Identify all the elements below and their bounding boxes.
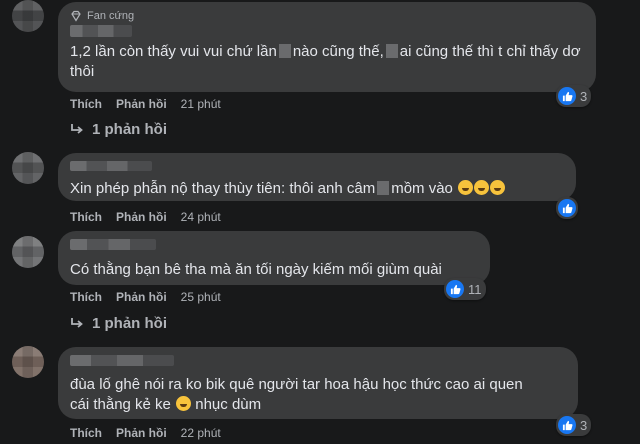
comment-bubble: Có thằng bạn bê tha mà ăn tối ngày kiếm … <box>58 231 490 285</box>
laughing-emoji-icon <box>176 396 192 411</box>
redacted-word <box>385 44 398 58</box>
avatar[interactable] <box>12 152 44 184</box>
redacted-word <box>377 181 390 195</box>
timestamp[interactable]: 24 phút <box>181 210 221 224</box>
commenter-name[interactable] <box>70 161 152 171</box>
timestamp[interactable]: 21 phút <box>181 97 221 111</box>
avatar[interactable] <box>12 0 44 32</box>
reply-button[interactable]: Phản hồi <box>116 290 167 304</box>
reaction-count: 3 <box>580 417 588 433</box>
comment-text: Có thằng bạn bê tha mà ăn tối ngày kiếm … <box>70 261 442 278</box>
view-replies-button[interactable]: 1 phản hồi <box>70 121 167 138</box>
badge-label: Fan cứng <box>87 10 135 22</box>
like-icon <box>558 199 576 217</box>
redacted-word <box>278 44 291 58</box>
like-button[interactable]: Thích <box>70 97 102 111</box>
like-icon <box>558 87 576 105</box>
like-button[interactable]: Thích <box>70 210 102 224</box>
comment-actions: Thích Phản hồi 25 phút <box>70 290 221 304</box>
top-fan-badge: Fan cứng <box>70 10 584 22</box>
laughing-emoji-icon <box>490 180 506 195</box>
commenter-name[interactable] <box>70 355 174 366</box>
reply-arrow-icon <box>71 123 83 134</box>
reply-arrow-icon <box>71 317 83 328</box>
view-replies-button[interactable]: 1 phản hồi <box>70 315 167 332</box>
comment-text: 1,2 lần còn thấy vui vui chứ lần nào cũng… <box>70 43 581 80</box>
avatar[interactable] <box>12 236 44 268</box>
comment-actions: Thích Phản hồi 24 phút <box>70 210 221 224</box>
like-button[interactable]: Thích <box>70 426 102 440</box>
comment-actions: Thích Phản hồi 21 phút <box>70 97 221 111</box>
laughing-emoji-icon <box>458 180 474 195</box>
commenter-name[interactable] <box>70 239 156 250</box>
like-icon <box>558 416 576 434</box>
comment-text: Xin phép phẫn nộ thay thùy tiên: thôi an… <box>70 179 564 199</box>
comment-bubble: Xin phép phẫn nộ thay thùy tiên: thôi an… <box>58 153 576 201</box>
laughing-emoji-icon <box>474 180 490 195</box>
reply-button[interactable]: Phản hồi <box>116 97 167 111</box>
reaction-count: 3 <box>580 88 588 104</box>
reaction-summary[interactable] <box>556 197 578 219</box>
comment-text: đùa lố ghê nói ra ko bik quê người tar h… <box>70 376 523 413</box>
comment-bubble: đùa lố ghê nói ra ko bik quê người tar h… <box>58 347 578 419</box>
reaction-count: 11 <box>468 281 482 297</box>
commenter-name[interactable] <box>70 25 132 37</box>
reply-button[interactable]: Phản hồi <box>116 426 167 440</box>
reaction-summary[interactable]: 3 <box>556 414 592 436</box>
avatar[interactable] <box>12 346 44 378</box>
reaction-summary[interactable]: 3 <box>556 85 592 107</box>
reaction-summary[interactable]: 11 <box>444 278 486 300</box>
like-icon <box>446 280 464 298</box>
timestamp[interactable]: 22 phút <box>181 426 221 440</box>
comment-actions: Thích Phản hồi 22 phút <box>70 426 221 440</box>
timestamp[interactable]: 25 phút <box>181 290 221 304</box>
diamond-icon <box>71 10 81 22</box>
comment-bubble: Fan cứng 1,2 lần còn thấy vui vui chứ lầ… <box>58 2 596 92</box>
reply-button[interactable]: Phản hồi <box>116 210 167 224</box>
like-button[interactable]: Thích <box>70 290 102 304</box>
